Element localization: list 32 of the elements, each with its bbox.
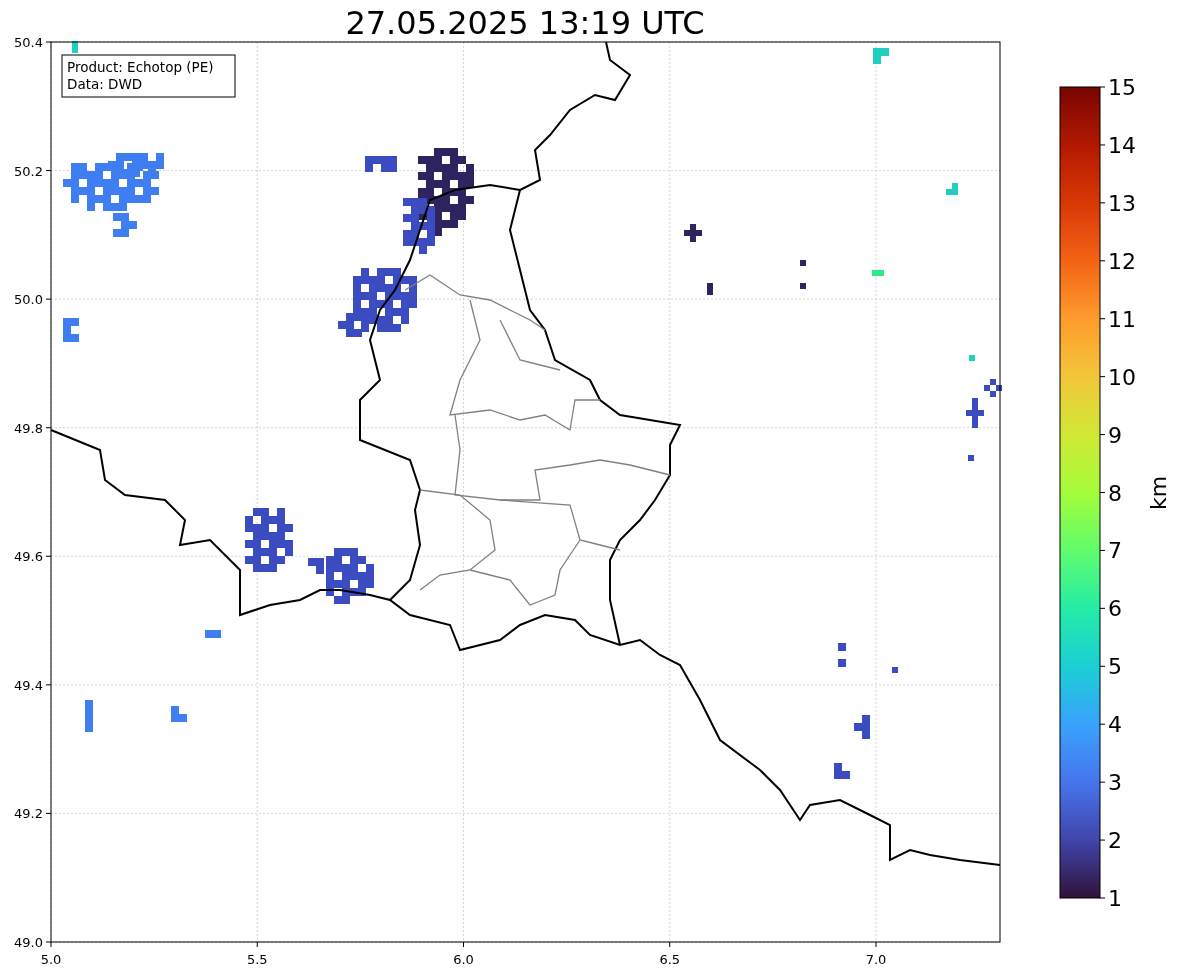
info-text: Product: Echotop (PE) [67,59,214,75]
axis-tick-label: 5.0 [40,952,62,967]
axis-tick-label: 49.0 [14,935,43,950]
axis-tick-label: 49.4 [14,677,43,693]
colorbar-tick-label: 15 [1108,75,1136,100]
colorbar-tick-label: 7 [1108,538,1122,564]
colorbar-tick-label: 1 [1108,886,1122,911]
axis-tick-label: 6.0 [453,952,474,967]
colorbar-tick-label: 5 [1108,654,1122,680]
colorbar-tick-label: 10 [1108,364,1136,390]
colorbar-tick-label: 8 [1108,480,1122,506]
colorbar-tick-label: 6 [1108,596,1122,622]
axis-tick-label: 50.2 [14,163,43,179]
colorbar-tick-label: 9 [1108,422,1122,448]
axis-tick-label: 5.5 [246,952,268,967]
axis-tick-label: 49.2 [14,806,43,822]
colorbar-tick-label: 13 [1108,190,1136,216]
colorbar-tick-label: 14 [1108,132,1136,158]
axis-tick-label: 49.8 [14,420,43,436]
axis-tick-label: 50.4 [14,35,43,50]
chart-title: 27.05.2025 13:19 UTC [345,4,705,42]
colorbar-tick-label: 11 [1108,306,1136,332]
colorbar-label: km [1146,475,1171,511]
colorbar-tick-label: 3 [1108,770,1122,796]
axis-tick-label: 6.5 [659,952,681,967]
info-text: Data: DWD [67,76,143,92]
colorbar-tick-label: 12 [1108,248,1136,274]
colorbar-tick-label: 2 [1108,828,1122,854]
axis-tick-label: 50.0 [14,292,43,308]
axis-tick-label: 7.0 [865,952,887,967]
colorbar-tick-label: 4 [1108,712,1122,738]
axis-tick-label: 49.6 [14,549,43,565]
